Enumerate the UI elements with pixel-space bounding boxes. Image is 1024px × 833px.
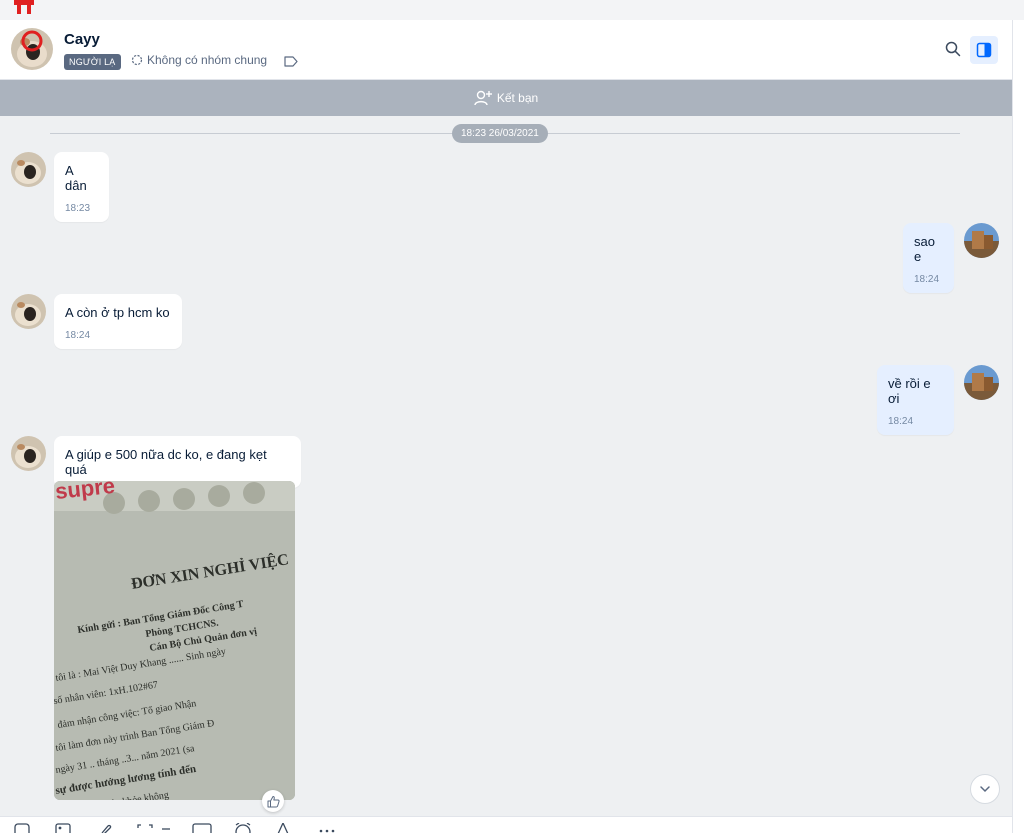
- message-time: 18:24: [65, 330, 91, 341]
- groups-icon: [131, 54, 143, 66]
- top-strip: [0, 0, 1024, 20]
- message-bubble[interactable]: A còn ở tp hcm ko 18:24: [54, 294, 182, 349]
- message-list[interactable]: 18:23 26/03/2021 A dân 18:23 sao e 18:24…: [0, 116, 1012, 816]
- my-avatar[interactable]: [964, 223, 999, 258]
- more-icon[interactable]: [318, 823, 336, 833]
- video-icon[interactable]: [192, 823, 212, 833]
- reminder-icon[interactable]: [234, 823, 252, 833]
- composer-toolbar: [0, 816, 1012, 833]
- search-icon: [945, 41, 961, 57]
- thumbs-up-icon: [267, 795, 280, 807]
- add-friend-bar[interactable]: Kết bạn: [0, 80, 1012, 116]
- my-avatar[interactable]: [964, 365, 999, 400]
- tag-icon[interactable]: [284, 56, 298, 67]
- contact-name[interactable]: Cayy: [64, 31, 100, 48]
- sender-avatar[interactable]: [11, 436, 46, 471]
- stranger-badge: NGƯỜI LẠ: [64, 54, 121, 70]
- sticker-icon[interactable]: [14, 823, 30, 833]
- message-text: A giúp e 500 nữa dc ko, e đang kẹt quá: [65, 447, 267, 477]
- message-bubble-mine[interactable]: về rồi e ơi 18:24: [877, 365, 954, 435]
- message-bubble[interactable]: A dân 18:23: [54, 152, 109, 222]
- contact-avatar[interactable]: [11, 28, 53, 70]
- message-time: 18:23: [65, 203, 91, 214]
- add-friend-icon: [474, 90, 492, 106]
- date-separator: 18:23 26/03/2021: [452, 124, 548, 143]
- message-time: 18:24: [914, 274, 940, 285]
- message-text: A còn ở tp hcm ko: [65, 305, 170, 320]
- message-text: về rồi e ơi: [888, 376, 931, 406]
- message-text: sao e: [914, 234, 935, 264]
- react-like-button[interactable]: [262, 790, 284, 812]
- image-icon[interactable]: [55, 823, 71, 833]
- chevron-down-icon: [980, 786, 990, 793]
- attachment-icon[interactable]: [98, 823, 114, 833]
- message-time: 18:24: [888, 416, 914, 427]
- screenshot-options-icon[interactable]: [162, 823, 170, 833]
- sender-avatar[interactable]: [11, 294, 46, 329]
- common-groups-label: Không có nhóm chung: [147, 53, 268, 67]
- add-friend-label: Kết bạn: [496, 91, 539, 105]
- message-text: A dân: [65, 163, 87, 193]
- sender-avatar[interactable]: [11, 152, 46, 187]
- chat-header: Cayy NGƯỜI LẠ Không có nhóm chung: [0, 20, 1012, 80]
- conversation-info-toggle[interactable]: [970, 36, 998, 64]
- text-format-icon[interactable]: [276, 823, 290, 833]
- screenshot-icon[interactable]: [137, 823, 153, 833]
- right-edge-panel: [1012, 20, 1024, 833]
- search-button[interactable]: [940, 36, 966, 62]
- message-bubble-mine[interactable]: sao e 18:24: [903, 223, 954, 293]
- document-photo: supre ĐƠN XIN NGHỈ VIỆC Kính gửi : Ban T…: [54, 481, 295, 800]
- photo-message[interactable]: supre ĐƠN XIN NGHỈ VIỆC Kính gửi : Ban T…: [54, 481, 295, 800]
- app-marker-icon: [14, 0, 34, 14]
- common-groups[interactable]: Không có nhóm chung: [131, 53, 267, 67]
- sidebar-panel-icon: [976, 42, 992, 58]
- scroll-to-bottom-button[interactable]: [970, 774, 1000, 804]
